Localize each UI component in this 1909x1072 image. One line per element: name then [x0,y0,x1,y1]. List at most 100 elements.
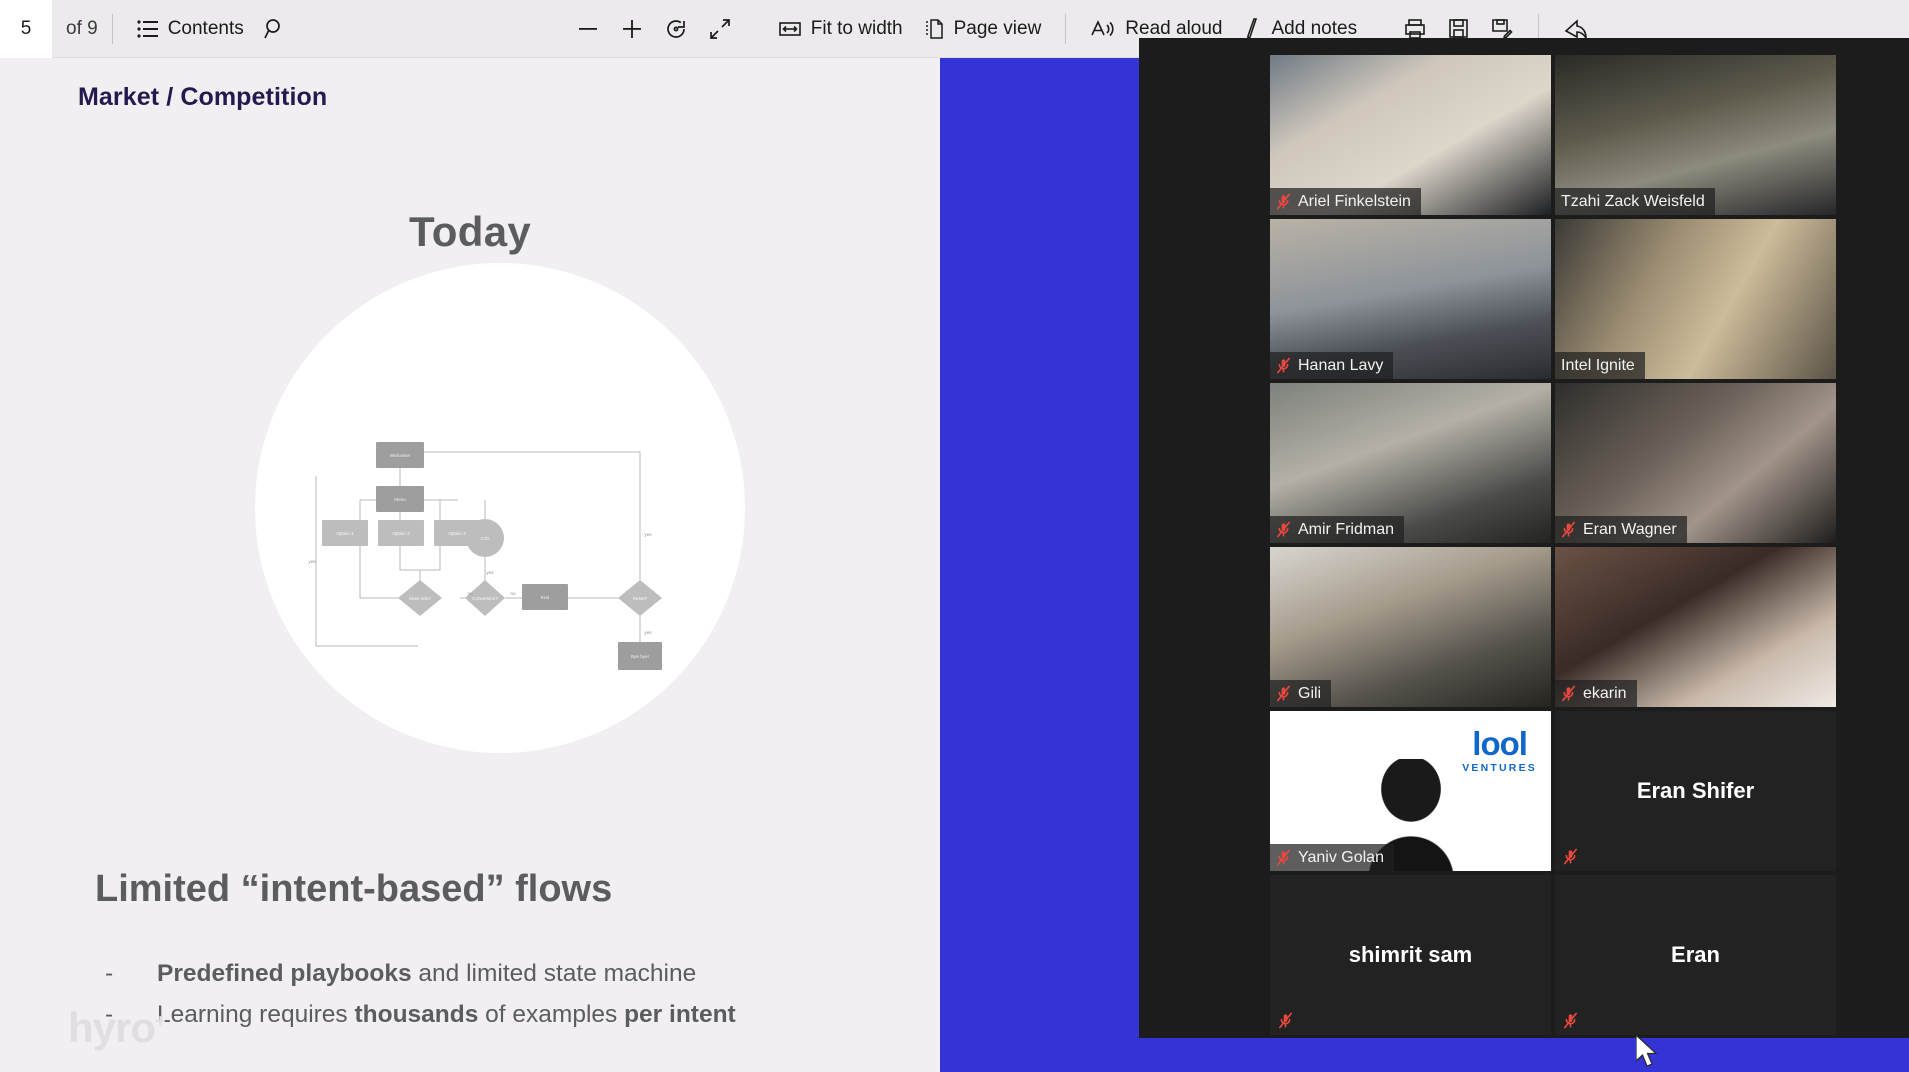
contents-button[interactable]: Contents [127,8,254,50]
zoom-in-button[interactable] [610,8,654,50]
svg-text:yes: yes [644,532,652,537]
muted-mic-icon [1279,1012,1292,1029]
muted-mic-icon [1277,849,1290,866]
minus-icon [576,17,600,41]
muted-mic-icon [1564,1012,1577,1029]
muted-mic-badge [1563,1012,1578,1029]
participant-name-chip: Tzahi Zack Weisfeld [1555,188,1715,215]
muted-mic-icon [1277,357,1290,374]
left-subhead: Limited “intent-based” flows [95,868,613,910]
svg-text:End: End [541,595,550,600]
participant-name: Gili [1298,684,1322,702]
participant-name-chip: Gili [1270,680,1332,707]
participant-name-chip: Yaniv Golan [1270,844,1394,871]
svg-text:yes: yes [486,570,494,575]
svg-text:Option 1: Option 1 [336,531,354,536]
share-icon [1563,17,1589,41]
zoom-out-button[interactable] [566,8,610,50]
toolbar-divider-1 [111,13,113,44]
participant-tile[interactable]: Gili [1270,547,1551,707]
participant-name: Yaniv Golan [1298,848,1384,866]
participant-name: shimrit sam [1348,942,1473,967]
participant-tile[interactable]: Amir Fridman [1270,383,1551,543]
muted-mic-badge [1278,1012,1293,1029]
participant-tile[interactable]: Eran Shifer [1555,711,1836,871]
svg-text:yes: yes [644,630,652,635]
participant-tile[interactable]: Eran Wagner [1555,383,1836,543]
svg-text:no: no [467,591,473,596]
participant-name: Amir Fridman [1298,520,1395,538]
zoom-participant-panel[interactable]: Ariel Finkelstein Tzahi Zack Weisfeld Hana… [1139,38,1909,1038]
fit-page-icon [708,17,732,41]
fit-to-width-icon [778,19,802,39]
muted-mic-icon [1277,193,1290,210]
participant-tile[interactable]: lool VENTURES Yaniv Golan [1270,711,1551,871]
page-number-input[interactable]: 5 [0,0,52,58]
page-view-label: Page view [953,17,1042,39]
svg-text:More info?: More info? [409,596,431,601]
muted-mic-icon [1562,685,1575,702]
rotate-button[interactable] [654,8,698,50]
participant-name: Eran Shifer [1636,778,1755,803]
participant-tile[interactable]: Intel Ignite [1555,219,1836,379]
participant-name-chip: Intel Ignite [1555,352,1645,379]
participant-name: Tzahi Zack Weisfeld [1561,192,1705,210]
participant-name: Hanan Lavy [1298,356,1384,374]
page-view-button[interactable]: Page view [913,8,1052,50]
participant-tile[interactable]: Hanan Lavy [1270,219,1551,379]
slide-left-column: Market / Competition Today Welcome! Menu… [0,58,940,1072]
list-item: - Learning requires thousands of example… [105,994,905,1035]
print-icon [1403,17,1427,41]
muted-mic-icon [1277,685,1290,702]
fit-to-width-button[interactable]: Fit to width [768,8,913,50]
participant-name: ekarin [1583,684,1627,702]
read-aloud-icon [1090,18,1116,40]
fit-page-button[interactable] [698,8,742,50]
contents-icon [137,19,159,39]
add-notes-label: Add notes [1271,17,1358,39]
lool-logo-subtitle: VENTURES [1462,762,1537,774]
participant-name: Ariel Finkelstein [1298,192,1411,210]
contents-label: Contents [167,17,244,39]
list-item: - Predefined playbooks and limited state… [105,953,905,994]
participant-tile[interactable]: Tzahi Zack Weisfeld [1555,55,1836,215]
participant-tile[interactable]: ekarin [1555,547,1836,707]
muted-mic-icon [1277,521,1290,538]
page-view-icon [923,18,945,40]
conversation-flow-diagram: Welcome! Menu Option 1 Option 2 Option 3… [300,438,720,688]
participant-name-chip: ekarin [1555,680,1637,707]
screen-root: 5 of 9 Contents Fit to width Page view R… [0,0,1909,1072]
svg-text:Conversion?: Conversion? [472,596,498,601]
plus-icon [620,17,644,41]
participant-name-chip: Hanan Lavy [1270,352,1394,379]
participant-tile[interactable]: Eran [1555,875,1836,1035]
svg-text:Menu: Menu [394,497,406,502]
bullet-text: Predefined playbooks and limited state m… [157,960,697,987]
bullet-dash: - [105,960,114,987]
search-button[interactable] [254,8,296,50]
svg-text:yes: yes [308,559,316,564]
slide-kicker: Market / Competition [78,83,328,111]
participant-tile[interactable]: Ariel Finkelstein [1270,55,1551,215]
page-total-label: of 9 [66,17,98,39]
participant-tile[interactable]: shimrit sam [1270,875,1551,1035]
rotate-icon [664,17,688,41]
participant-name-chip: Amir Fridman [1270,516,1405,543]
svg-text:Reset?: Reset? [633,596,648,601]
bullet-text: Learning requires thousands of examples … [157,1001,736,1028]
fit-to-width-label: Fit to width [810,17,903,39]
read-aloud-label: Read aloud [1125,17,1223,39]
participant-tile-grid: Ariel Finkelstein Tzahi Zack Weisfeld Hana… [1270,55,1836,1035]
muted-mic-badge [1563,848,1578,865]
toolbar-divider-2 [1065,13,1067,44]
participant-name: Eran [1671,942,1720,967]
svg-text:Welcome!: Welcome! [390,453,410,458]
svg-text:Option 2: Option 2 [392,531,410,536]
search-icon [263,18,286,40]
svg-text:no: no [510,591,516,596]
left-bullet-list: - Predefined playbooks and limited state… [105,953,905,1035]
svg-text:Bye bye!: Bye bye! [631,654,649,659]
hyro-logo-watermark: hyro+ [68,1004,165,1051]
muted-mic-icon [1562,521,1575,538]
save-as-icon [1490,17,1514,41]
